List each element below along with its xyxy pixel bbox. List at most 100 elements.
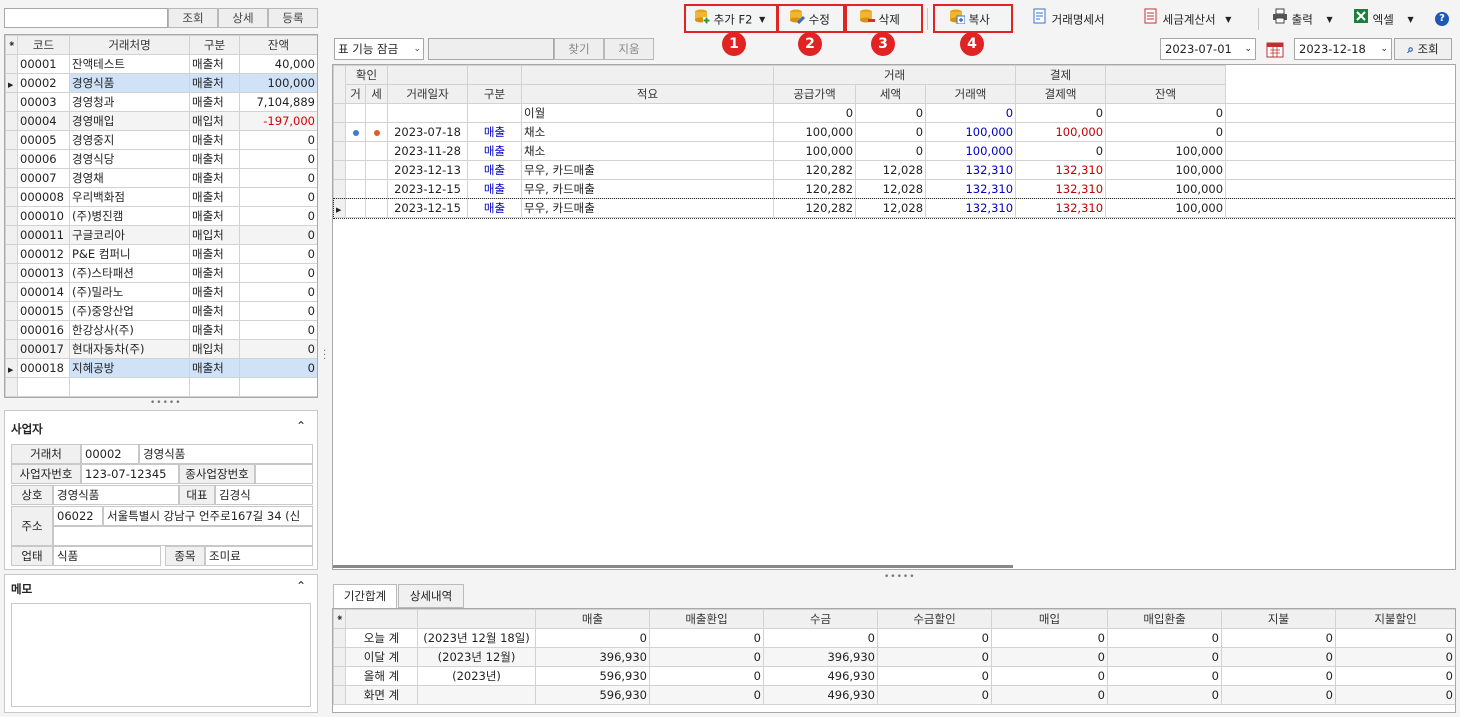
cell-se[interactable]	[364, 160, 389, 180]
col-header-paid[interactable]: 결제액	[1015, 84, 1107, 104]
row-indicator[interactable]	[333, 122, 346, 142]
customer-search-input[interactable]	[4, 8, 168, 28]
dropdown-arrow-icon[interactable]: ▼	[1225, 15, 1231, 24]
cell-se[interactable]	[364, 198, 389, 218]
add-button[interactable]: 추가 F2 ▼	[684, 4, 778, 33]
excel-button[interactable]: 엑셀 ▼	[1353, 6, 1414, 32]
customer-row[interactable]: 00003 경영청과 매출처 7,104,889	[5, 92, 317, 112]
row-indicator[interactable]	[5, 244, 18, 264]
address-field[interactable]: 서울특별시 강남구 언주로167길 34 (신	[103, 506, 313, 526]
chevron-down-icon[interactable]: ⌄	[1380, 39, 1388, 59]
print-button[interactable]: 출력 ▼	[1272, 6, 1333, 32]
customer-row[interactable]: ▶ 00002 경영식품 매출처 100,000	[5, 73, 317, 93]
row-indicator[interactable]	[5, 111, 18, 131]
vertical-splitter-icon[interactable]: · · ·	[323, 347, 326, 365]
customer-row[interactable]: 00006 경영식당 매출처 0	[5, 149, 317, 169]
splitter-handle-icon[interactable]: •••••	[150, 398, 182, 408]
tax-invoice-button[interactable]: 세금계산서 ▼	[1143, 6, 1231, 32]
row-indicator[interactable]	[333, 160, 346, 180]
row-indicator[interactable]: ▶	[5, 358, 18, 378]
row-indicator[interactable]	[5, 320, 18, 340]
col-header-se[interactable]: 세	[364, 84, 389, 104]
customer-row[interactable]: 000014 (주)밀라노 매출처 0	[5, 282, 317, 302]
row-indicator[interactable]: ▶	[333, 198, 346, 218]
cell-geo[interactable]	[345, 198, 366, 218]
address-detail-field[interactable]	[53, 526, 313, 546]
ceo-field[interactable]: 김경식	[215, 485, 313, 505]
cell-se[interactable]	[364, 179, 389, 199]
row-indicator[interactable]	[5, 225, 18, 245]
clear-button[interactable]: 지움	[604, 38, 654, 60]
cell-se[interactable]	[364, 122, 389, 142]
delete-button[interactable]: 삭제	[845, 4, 923, 33]
transaction-row[interactable]: ▶ 2023-12-15 매출 무우, 카드매출 120,282 12,028 132,31…	[333, 197, 1455, 219]
cell-se[interactable]	[364, 103, 389, 123]
dropdown-arrow-icon[interactable]: ▼	[1326, 15, 1332, 24]
col-header-balance[interactable]: 잔액	[1105, 84, 1227, 104]
row-indicator[interactable]	[333, 141, 346, 161]
dropdown-arrow-icon[interactable]: ▼	[759, 15, 765, 24]
item-field[interactable]: 조미료	[205, 546, 313, 566]
customer-row[interactable]: 000012 P&E 컴퍼니 매출처 0	[5, 244, 317, 264]
help-icon[interactable]: ?	[1435, 12, 1449, 26]
transaction-row[interactable]: 2023-12-15 매출 무우, 카드매출 120,282 12,028 132,310…	[333, 179, 1455, 199]
dropdown-arrow-icon[interactable]: ▼	[1407, 15, 1413, 24]
customer-row[interactable]: 000010 (주)병진캠 매출처 0	[5, 206, 317, 226]
horizontal-scrollbar[interactable]	[333, 565, 1013, 568]
col-header-date[interactable]: 거래일자	[387, 84, 469, 104]
memo-textarea[interactable]	[11, 603, 311, 707]
col-header-geo[interactable]: 거	[345, 84, 366, 104]
transaction-row[interactable]: 2023-11-28 매출 채소 100,000 0 100,000 0 100,000	[333, 141, 1455, 161]
col-header-name[interactable]: 거래처명	[69, 35, 190, 55]
col-header-type[interactable]: 구분	[189, 35, 240, 55]
grid-search-input[interactable]	[428, 38, 554, 60]
customer-detail-button[interactable]: 상세	[218, 8, 268, 28]
find-button[interactable]: 찾기	[554, 38, 604, 60]
transaction-row[interactable]: 이월 0 0 0 0 0	[333, 103, 1455, 123]
cell-geo[interactable]	[345, 160, 366, 180]
zipcode-field[interactable]: 06022	[53, 506, 103, 526]
col-header-tax[interactable]: 세액	[855, 84, 927, 104]
customer-row[interactable]: ▶ 000018 지혜공방 매출처 0	[5, 358, 317, 378]
row-indicator[interactable]	[5, 149, 18, 169]
col-header-type[interactable]: 구분	[467, 84, 523, 104]
customer-row[interactable]: 00007 경영채 매출처 0	[5, 168, 317, 188]
col-header-memo[interactable]: 적요	[521, 84, 775, 104]
bizno-field[interactable]: 123-07-12345	[81, 464, 179, 484]
statement-button[interactable]: 거래명세서	[1032, 6, 1105, 32]
row-indicator[interactable]	[333, 103, 346, 123]
row-indicator[interactable]	[5, 187, 18, 207]
customer-register-button[interactable]: 등록	[268, 8, 318, 28]
customer-row[interactable]: 000008 우리백화점 매출처 0	[5, 187, 317, 207]
customer-row[interactable]: 000015 (주)중앙산업 매출처 0	[5, 301, 317, 321]
row-indicator[interactable]	[5, 54, 18, 74]
tab-period-total[interactable]: 기간합계	[333, 584, 397, 608]
transaction-row[interactable]: 2023-07-18 매출 채소 100,000 0 100,000 100,000 0	[333, 122, 1455, 142]
collapse-up-icon[interactable]: ⌃	[296, 419, 306, 433]
transaction-row[interactable]: 2023-12-13 매출 무우, 카드매출 120,282 12,028 132,310…	[333, 160, 1455, 180]
splitter-handle-icon[interactable]: •••••	[884, 572, 916, 582]
customer-row[interactable]: 000016 한강상사(주) 매출처 0	[5, 320, 317, 340]
customer-row[interactable]: 000017 현대자동차(주) 매입처 0	[5, 339, 317, 359]
lock-select[interactable]: 표 기능 잠금 ⌄	[334, 38, 424, 60]
copy-button[interactable]: 복사	[933, 4, 1013, 33]
col-header-amount[interactable]: 거래액	[925, 84, 1017, 104]
row-indicator[interactable]	[5, 301, 18, 321]
customer-search-button[interactable]: 조회	[168, 8, 218, 28]
cell-geo[interactable]	[345, 122, 366, 142]
cell-geo[interactable]	[345, 179, 366, 199]
tab-detail[interactable]: 상세내역	[398, 584, 464, 608]
date-to-input[interactable]: 2023-12-18 ⌄	[1294, 38, 1392, 60]
biztype-field[interactable]: 식품	[53, 546, 161, 566]
row-indicator[interactable]	[5, 282, 18, 302]
row-indicator[interactable]	[5, 339, 18, 359]
collapse-up-icon[interactable]: ⌃	[296, 579, 306, 593]
date-from-input[interactable]: 2023-07-01 ⌄	[1160, 38, 1256, 60]
customer-row[interactable]: 00001 잔액테스트 매출처 40,000	[5, 54, 317, 74]
client-name-field[interactable]: 경영식품	[139, 444, 313, 464]
client-code-field[interactable]: 00002	[81, 444, 139, 464]
customer-row[interactable]: 00004 경영매입 매입처 -197,000	[5, 111, 317, 131]
customer-row[interactable]	[5, 377, 317, 397]
company-field[interactable]: 경영식품	[53, 485, 179, 505]
row-indicator[interactable]: ▶	[5, 73, 18, 93]
